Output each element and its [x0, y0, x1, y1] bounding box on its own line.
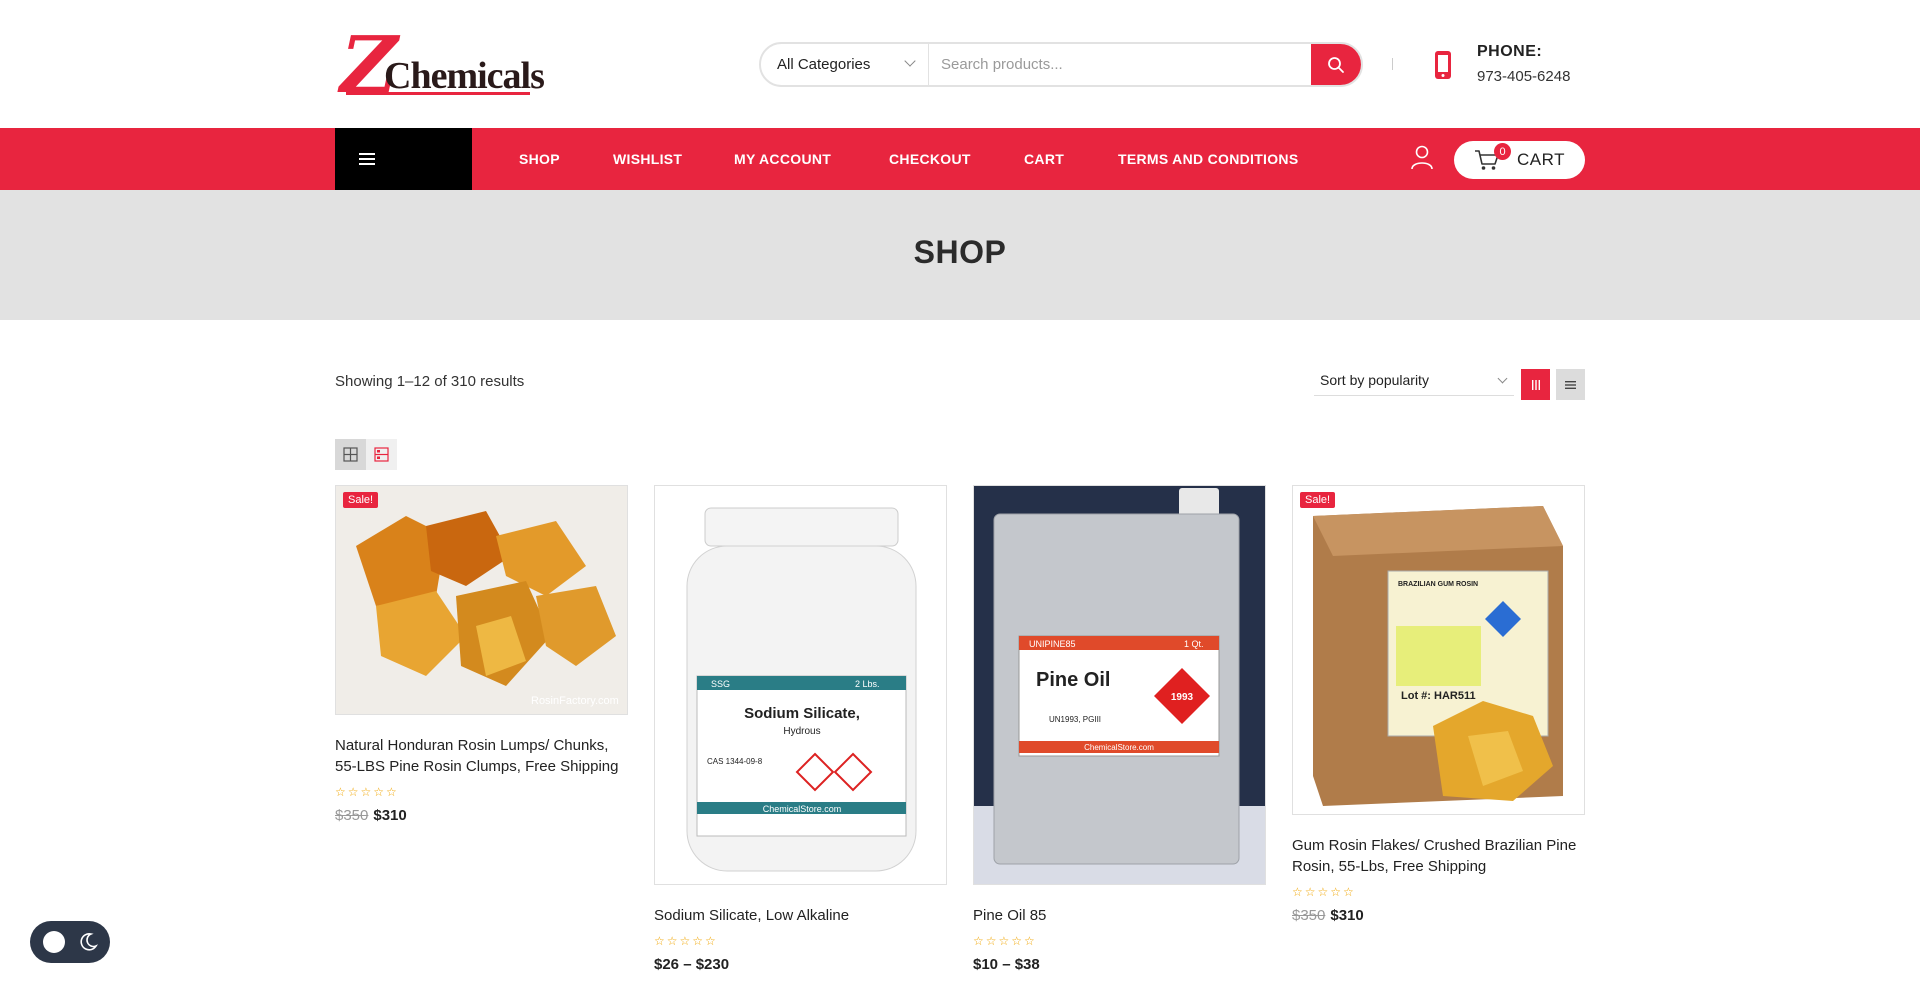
nav-wishlist[interactable]: WISHLIST	[613, 128, 682, 190]
svg-text:1993: 1993	[1171, 692, 1194, 703]
svg-text:CAS 1344-09-8: CAS 1344-09-8	[707, 757, 763, 766]
sodium-silicate-jar-image: SSG 2 Lbs. Sodium Silicate, Hydrous CAS …	[655, 486, 946, 884]
rating-stars: ☆☆☆☆☆	[654, 934, 718, 948]
old-price: $350	[335, 807, 369, 824]
product-image[interactable]: SSG 2 Lbs. Sodium Silicate, Hydrous CAS …	[654, 485, 947, 885]
list-view-button[interactable]	[1556, 369, 1585, 400]
site-header: Z Chemicals All Categories PHONE: 973-40…	[0, 0, 1920, 128]
cart-button[interactable]: 0 CART	[1454, 141, 1585, 179]
category-select-label: All Categories	[777, 56, 871, 73]
list-layout-icon	[374, 447, 389, 462]
search-icon	[1328, 56, 1344, 73]
svg-text:1 Qt.: 1 Qt.	[1184, 639, 1204, 649]
list-layout-button[interactable]	[366, 439, 397, 470]
nav-my-account[interactable]: MY ACCOUNT	[734, 128, 831, 190]
toggle-knob	[43, 931, 65, 953]
svg-text:Sodium Silicate,: Sodium Silicate,	[744, 705, 860, 722]
search-bar: All Categories	[759, 42, 1363, 87]
phone-label: PHONE:	[1477, 43, 1543, 60]
svg-text:BRAZILIAN GUM ROSIN: BRAZILIAN GUM ROSIN	[1398, 581, 1478, 588]
sort-select[interactable]: Sort by popularity	[1314, 368, 1514, 396]
category-menu-button[interactable]	[335, 128, 472, 190]
chevron-down-icon	[1497, 373, 1508, 384]
svg-text:2 Lbs.: 2 Lbs.	[855, 679, 880, 689]
svg-text:ChemicalStore.com: ChemicalStore.com	[763, 804, 842, 814]
hamburger-icon	[359, 153, 375, 165]
cart-label: CART	[1517, 150, 1565, 169]
pine-oil-can-image: UNIPINE85 1 Qt. Pine Oil UN1993, PGIII 1…	[974, 486, 1265, 884]
image-watermark: RosinFactory.com	[531, 695, 619, 707]
sale-badge: Sale!	[1300, 492, 1336, 508]
phone-number[interactable]: 973-405-6248	[1477, 68, 1570, 85]
product-card[interactable]: Sale! BRAZILIAN GUM ROSIN Lot #: HAR511 …	[1292, 485, 1585, 924]
list-icon	[1565, 380, 1576, 389]
page-banner: SHOP	[0, 190, 1920, 320]
search-input[interactable]	[941, 44, 1301, 85]
sale-price: $310	[373, 807, 407, 824]
product-image[interactable]: UNIPINE85 1 Qt. Pine Oil UN1993, PGIII 1…	[973, 485, 1266, 885]
old-price: $350	[1292, 907, 1326, 924]
user-account-icon[interactable]	[1410, 144, 1434, 170]
nav-checkout[interactable]: CHECKOUT	[889, 128, 971, 190]
search-button[interactable]	[1311, 44, 1361, 85]
grid-icon	[343, 447, 358, 462]
svg-text:ChemicalStore.com: ChemicalStore.com	[1084, 743, 1154, 752]
product-name[interactable]: Gum Rosin Flakes/ Crushed Brazilian Pine…	[1292, 835, 1585, 877]
product-card[interactable]: Sale! RosinFactory.com Natural Honduran …	[335, 485, 628, 824]
sort-select-label: Sort by popularity	[1320, 372, 1429, 388]
product-price: $10 – $38	[973, 956, 1040, 973]
site-logo[interactable]: Z Chemicals	[330, 20, 544, 111]
logo-underline	[346, 92, 530, 95]
rating-stars: ☆☆☆☆☆	[335, 785, 399, 799]
product-image[interactable]: Sale! BRAZILIAN GUM ROSIN Lot #: HAR511	[1292, 485, 1585, 815]
header-divider	[1392, 58, 1393, 70]
product-price: $350 $310	[335, 807, 628, 824]
chevron-down-icon	[904, 55, 916, 67]
svg-text:Lot #: HAR511: Lot #: HAR511	[1401, 690, 1476, 702]
product-card[interactable]: UNIPINE85 1 Qt. Pine Oil UN1993, PGIII 1…	[973, 485, 1266, 973]
product-name[interactable]: Natural Honduran Rosin Lumps/ Chunks, 55…	[335, 735, 628, 777]
svg-text:Pine Oil: Pine Oil	[1036, 669, 1110, 691]
svg-text:UNIPINE85: UNIPINE85	[1029, 639, 1076, 649]
nav-terms[interactable]: TERMS AND CONDITIONS	[1118, 128, 1298, 190]
nav-shop[interactable]: SHOP	[519, 128, 560, 190]
category-select[interactable]: All Categories	[761, 44, 929, 85]
columns-view-button[interactable]	[1521, 369, 1550, 400]
columns-icon	[1531, 379, 1540, 390]
rosin-lumps-image: RosinFactory.com	[336, 486, 627, 714]
dark-mode-toggle[interactable]	[30, 921, 110, 963]
product-price: $350 $310	[1292, 907, 1585, 924]
product-card[interactable]: SSG 2 Lbs. Sodium Silicate, Hydrous CAS …	[654, 485, 947, 973]
svg-text:Hydrous: Hydrous	[783, 726, 820, 737]
grid-layout-button[interactable]	[335, 439, 366, 470]
product-price: $26 – $230	[654, 956, 730, 973]
cart-count-badge: 0	[1494, 143, 1511, 160]
svg-text:SSG: SSG	[711, 679, 730, 689]
nav-cart[interactable]: CART	[1024, 128, 1064, 190]
rating-stars: ☆☆☆☆☆	[973, 934, 1037, 948]
rating-stars: ☆☆☆☆☆	[1292, 885, 1356, 899]
result-count: Showing 1–12 of 310 results	[335, 373, 525, 390]
product-name[interactable]: Sodium Silicate, Low Alkaline	[654, 905, 947, 926]
product-image[interactable]: Sale! RosinFactory.com	[335, 485, 628, 715]
product-name[interactable]: Pine Oil 85	[973, 905, 1266, 926]
sale-badge: Sale!	[343, 492, 379, 508]
moon-icon	[80, 933, 98, 951]
sale-price: $310	[1330, 907, 1364, 924]
phone-icon	[1435, 51, 1451, 79]
svg-text:UN1993, PGIII: UN1993, PGIII	[1049, 715, 1101, 724]
main-navigation: SHOP WISHLIST MY ACCOUNT CHECKOUT CART T…	[0, 128, 1920, 190]
page-title: SHOP	[913, 234, 1007, 270]
gum-rosin-box-image: BRAZILIAN GUM ROSIN Lot #: HAR511	[1293, 486, 1584, 814]
